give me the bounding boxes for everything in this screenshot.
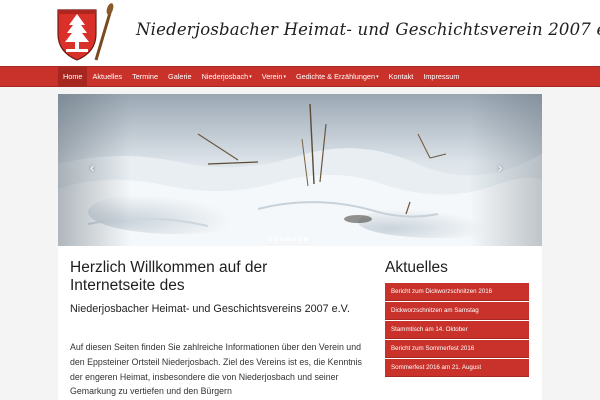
nav-label: Termine (132, 72, 159, 81)
news-item[interactable]: Stammtisch am 14. Oktober (385, 321, 529, 340)
carousel-dot[interactable] (268, 237, 272, 241)
caret-down-icon: ▾ (249, 74, 252, 80)
main-navbar: Home Aktuelles Termine Galerie Niederjos… (0, 66, 600, 87)
nav-label: Niederjosbach (201, 72, 249, 81)
carousel-dot[interactable] (298, 237, 302, 241)
nav-label: Home (63, 72, 83, 81)
nav-label: Verein (261, 72, 283, 81)
nav-item-gedichte[interactable]: Gedichte & Erzählungen▾ (291, 67, 384, 87)
news-item[interactable]: Dickworzschnitzen am Samstag (385, 302, 529, 321)
nav-item-impressum[interactable]: Impressum (418, 67, 464, 87)
nav-item-galerie[interactable]: Galerie (163, 67, 197, 87)
image-carousel[interactable]: ‹ › (58, 94, 542, 246)
nav-item-verein[interactable]: Verein▾ (257, 67, 291, 87)
carousel-dot[interactable] (286, 237, 290, 241)
carousel-indicators (268, 237, 308, 241)
news-list: Bericht zum Dickworzschnitzen 2016 Dickw… (385, 283, 529, 378)
caret-down-icon: ▾ (376, 74, 379, 80)
news-item[interactable]: Sommerfest 2016 am 21. August (385, 359, 529, 378)
nav-label: Galerie (168, 72, 192, 81)
nav-label: Gedichte & Erzählungen (295, 72, 376, 81)
welcome-heading: Herzlich Willkommen auf der Internetseit… (70, 259, 268, 294)
nav-item-niederjosbach[interactable]: Niederjosbach▾ (197, 67, 257, 87)
news-item[interactable]: Bericht zum Sommerfest 2016 (385, 340, 529, 359)
caret-down-icon: ▾ (283, 74, 286, 80)
carousel-dot[interactable] (304, 237, 308, 241)
carousel-dot[interactable] (280, 237, 284, 241)
welcome-text: Auf diesen Seiten finden Sie zahlreiche … (70, 342, 362, 397)
nav-menu: Home Aktuelles Termine Galerie Niederjos… (58, 67, 464, 87)
nav-label: Impressum (423, 72, 460, 81)
nav-item-kontakt[interactable]: Kontakt (384, 67, 419, 87)
news-item[interactable]: Bericht zum Dickworzschnitzen 2016 (385, 283, 529, 301)
nav-item-termine[interactable]: Termine (127, 67, 163, 87)
carousel-next-icon[interactable]: › (498, 160, 502, 175)
site-title[interactable]: Niederjosbacher Heimat- und Geschichtsve… (136, 20, 600, 39)
carousel-prev-icon[interactable]: ‹ (90, 160, 94, 175)
nav-item-aktuelles[interactable]: Aktuelles (87, 67, 127, 87)
snow-landscape-image (58, 94, 542, 246)
carousel-dot[interactable] (274, 237, 278, 241)
welcome-subheading: Niederjosbacher Heimat- und Geschichtsve… (70, 303, 350, 315)
main-content: Herzlich Willkommen auf der Internetseit… (58, 246, 542, 400)
carousel-dot[interactable] (292, 237, 296, 241)
nav-label: Aktuelles (92, 72, 123, 81)
nav-label: Kontakt (388, 72, 414, 81)
site-header: Niederjosbacher Heimat- und Geschichtsve… (0, 0, 600, 66)
nav-item-home[interactable]: Home (58, 67, 88, 87)
aktuelles-heading: Aktuelles (385, 259, 448, 276)
coat-of-arms-icon[interactable] (52, 2, 118, 64)
